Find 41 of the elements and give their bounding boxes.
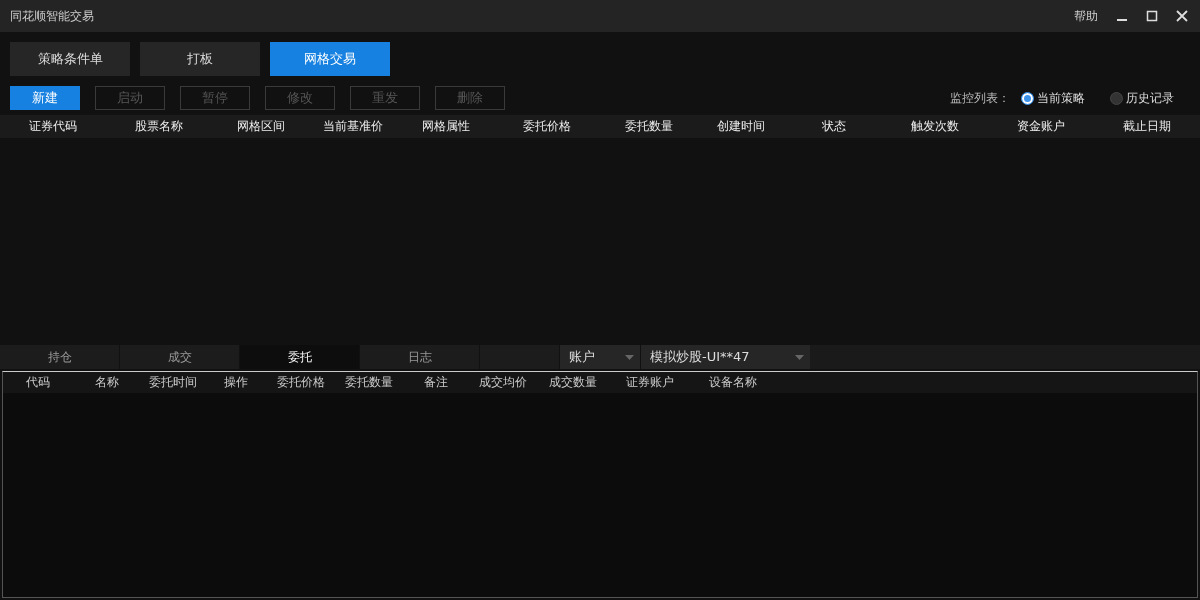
column-header: 名称 [94, 374, 120, 391]
column-header: 创建时间 [716, 118, 766, 135]
radio-button[interactable] [1110, 91, 1123, 105]
column-header: 当前基准价 [322, 118, 384, 135]
bottom-tab[interactable]: 委托 [240, 345, 360, 369]
column-header: 证券账户 [624, 374, 675, 391]
column-header: 资金账户 [1016, 118, 1066, 135]
column-header: 网格属性 [420, 118, 471, 135]
radio-label[interactable]: 当前策略 [1037, 89, 1085, 107]
column-header: 成交均价 [478, 374, 528, 391]
caret-icon [625, 354, 634, 360]
strategy-tab[interactable]: 策略条件单 [10, 42, 130, 76]
strategy-tab[interactable]: 打板 [140, 42, 260, 76]
column-header: 备注 [422, 374, 449, 391]
column-header: 委托价格 [276, 374, 326, 391]
column-header: 委托时间 [147, 374, 198, 391]
column-header: 成交数量 [548, 374, 598, 391]
help-link[interactable]: 帮助 [1074, 7, 1098, 25]
radio-label[interactable]: 历史记录 [1126, 89, 1174, 107]
column-header: 设备名称 [708, 374, 758, 391]
column-header: 状态 [820, 118, 847, 135]
close-icon[interactable] [1176, 10, 1188, 22]
column-header: 触发次数 [910, 118, 960, 135]
column-header: 股票名称 [134, 118, 184, 135]
account-dropdown[interactable]: 账户 [560, 345, 640, 369]
column-header: 网格区间 [235, 118, 286, 135]
column-header: 操作 [223, 374, 249, 391]
column-header: 委托数量 [623, 118, 674, 135]
column-header: 委托数量 [343, 374, 394, 391]
column-header: 委托价格 [522, 118, 572, 135]
window-title: 同花顺智能交易 [10, 7, 94, 25]
maximize-icon[interactable] [1146, 10, 1158, 22]
radio-button[interactable] [1021, 91, 1034, 105]
monitor-label: 监控列表： [950, 89, 1010, 107]
column-header: 证券代码 [28, 118, 78, 135]
strategy-tab[interactable]: 网格交易 [270, 42, 390, 76]
account-select[interactable]: 模拟炒股-UI**47 [640, 345, 810, 369]
column-header: 代码 [25, 374, 51, 391]
toolbar-button[interactable]: 新建 [10, 86, 80, 110]
column-header: 截止日期 [1122, 118, 1172, 135]
caret-icon [795, 354, 804, 360]
